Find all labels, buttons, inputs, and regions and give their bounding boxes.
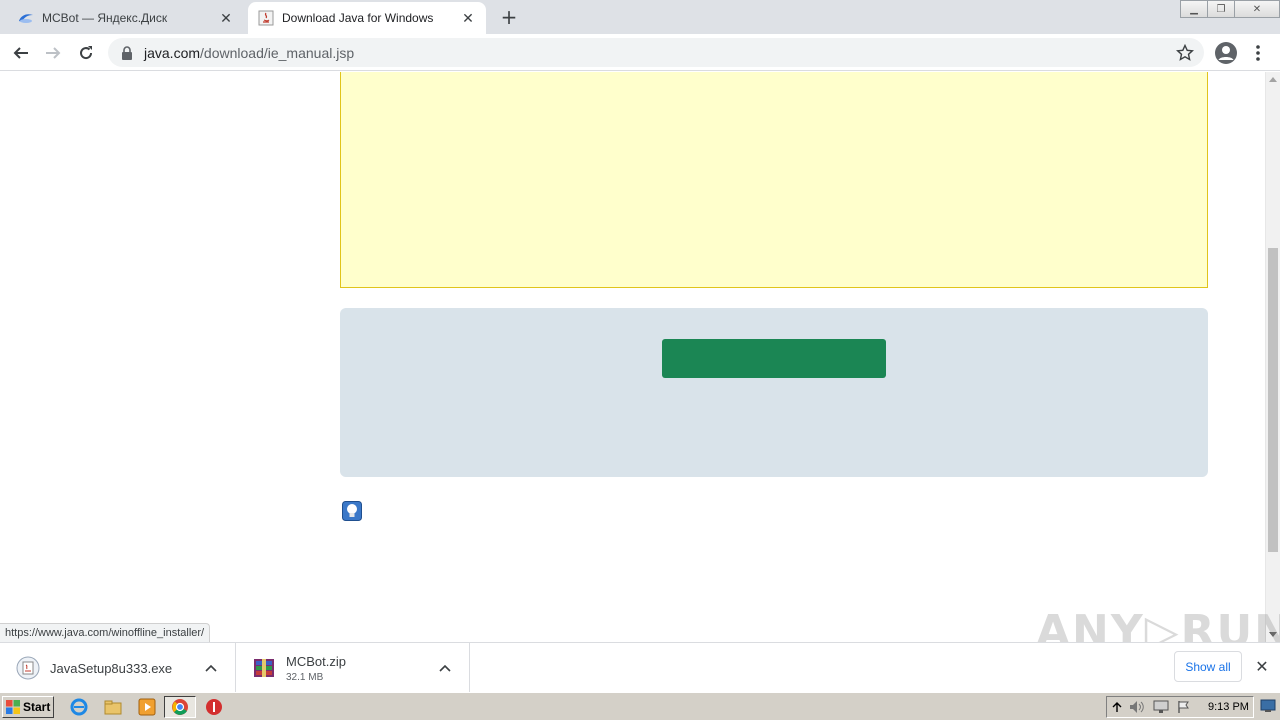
address-url: java.com/download/ie_manual.jsp bbox=[144, 45, 354, 61]
reload-icon bbox=[80, 46, 93, 60]
windows-taskbar: Start 9:13 PM bbox=[0, 692, 1280, 720]
tab-title: MCBot — Яндекс.Диск bbox=[42, 11, 168, 25]
download-info: JavaSetup8u333.exe bbox=[50, 661, 201, 676]
download-shelf: JavaSetup8u333.exe MCBot.zip 32.1 MB bbox=[0, 642, 1280, 693]
url-host: java.com bbox=[144, 44, 201, 61]
start-label: Start bbox=[23, 700, 51, 714]
restore-button[interactable]: ❐ bbox=[1207, 0, 1235, 18]
chrome-icon[interactable] bbox=[171, 698, 189, 716]
volume-icon[interactable] bbox=[1129, 700, 1145, 714]
status-url-bubble: https://www.java.com/winoffline_installe… bbox=[0, 623, 211, 642]
chevron-up-icon[interactable] bbox=[201, 658, 221, 678]
chevron-up-icon[interactable] bbox=[435, 658, 455, 678]
page-viewport bbox=[0, 72, 1265, 642]
show-all-downloads-button[interactable]: Show all bbox=[1174, 651, 1242, 682]
download-size: 32.1 MB bbox=[286, 671, 324, 683]
new-tab-button[interactable]: + bbox=[498, 5, 520, 29]
minimize-button[interactable]: ▁ bbox=[1180, 0, 1208, 18]
download-filename: MCBot.zip bbox=[286, 653, 346, 669]
close-window-button[interactable]: ✕ bbox=[1234, 0, 1280, 18]
action-center-flag-icon[interactable] bbox=[1177, 700, 1191, 714]
show-desktop-icon[interactable] bbox=[1260, 698, 1276, 714]
back-button[interactable] bbox=[8, 40, 34, 66]
stop-sign-icon[interactable] bbox=[205, 698, 223, 716]
winrar-archive-icon bbox=[254, 659, 274, 677]
download-item[interactable]: MCBot.zip 32.1 MB bbox=[236, 643, 470, 693]
tray-chevron-up-icon[interactable] bbox=[1112, 701, 1122, 713]
address-bar[interactable]: java.com/download/ie_manual.jsp bbox=[108, 38, 1204, 67]
tab-download-java[interactable]: Download Java for Windows ✕ bbox=[248, 2, 486, 34]
notice-box bbox=[340, 72, 1208, 288]
download-filename: JavaSetup8u333.exe bbox=[50, 660, 173, 676]
close-shelf-icon[interactable]: ✕ bbox=[1252, 656, 1272, 676]
browser-toolbar: java.com/download/ie_manual.jsp bbox=[0, 34, 1280, 71]
tab-yandex-disk[interactable]: MCBot — Яндекс.Диск ✕ bbox=[8, 2, 244, 34]
download-info: MCBot.zip 32.1 MB bbox=[286, 654, 435, 683]
download-panel bbox=[340, 308, 1208, 477]
yandex-disk-icon bbox=[19, 14, 33, 23]
lightbulb-tip-icon[interactable] bbox=[342, 501, 362, 521]
bookmark-star-icon[interactable] bbox=[1176, 44, 1194, 62]
window-controls: ▁ ❐ ✕ bbox=[1180, 0, 1280, 18]
vertical-scrollbar[interactable] bbox=[1265, 72, 1280, 642]
taskbar-clock[interactable]: 9:13 PM bbox=[1208, 701, 1249, 713]
file-explorer-icon[interactable] bbox=[104, 698, 122, 716]
arrow-right-icon bbox=[46, 47, 61, 59]
kebab-menu-icon[interactable] bbox=[1250, 43, 1266, 63]
download-item[interactable]: JavaSetup8u333.exe bbox=[0, 643, 236, 693]
reload-button[interactable] bbox=[73, 40, 99, 66]
media-player-icon[interactable] bbox=[138, 698, 156, 716]
scroll-up-arrow-icon[interactable] bbox=[1269, 77, 1277, 82]
profile-avatar-icon[interactable] bbox=[1214, 41, 1238, 65]
internet-explorer-icon[interactable] bbox=[70, 698, 88, 716]
tab-title: Download Java for Windows bbox=[282, 11, 434, 25]
forward-button[interactable] bbox=[40, 40, 66, 66]
java-installer-icon bbox=[16, 656, 40, 680]
url-path: /download/ie_manual.jsp bbox=[200, 44, 355, 61]
tab-close-icon[interactable]: ✕ bbox=[218, 10, 234, 26]
start-button[interactable]: Start bbox=[2, 696, 54, 718]
download-java-button[interactable] bbox=[662, 339, 886, 378]
scrollbar-thumb[interactable] bbox=[1268, 248, 1278, 552]
tab-strip: MCBot — Яндекс.Диск ✕ Download Java for … bbox=[0, 0, 1280, 34]
java-icon bbox=[258, 10, 274, 26]
arrow-left-icon bbox=[13, 47, 28, 59]
network-icon[interactable] bbox=[1153, 700, 1169, 714]
tab-close-icon[interactable]: ✕ bbox=[460, 10, 476, 26]
lock-icon bbox=[122, 45, 132, 60]
windows-flag-icon bbox=[6, 700, 20, 714]
